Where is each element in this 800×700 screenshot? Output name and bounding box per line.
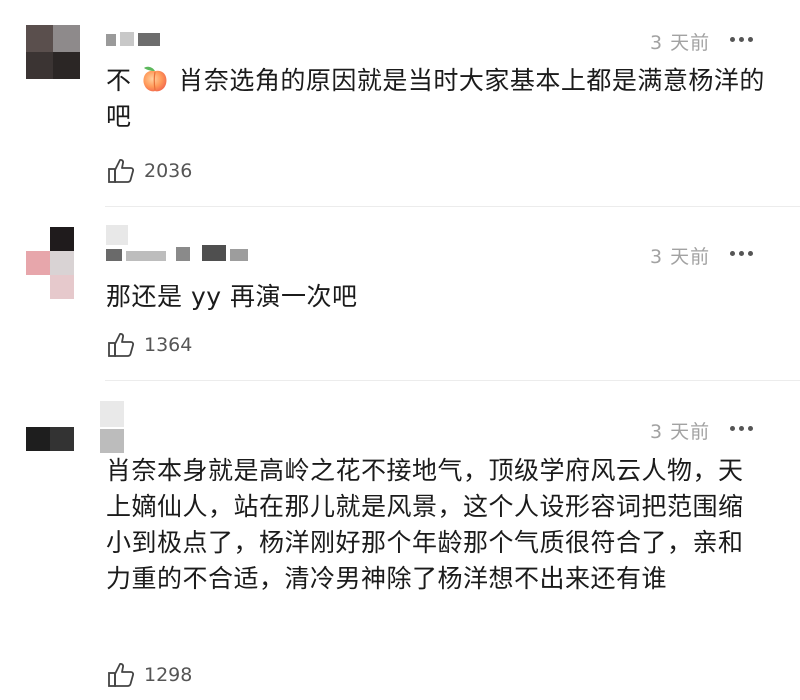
thumbs-up-outline-icon <box>108 159 135 183</box>
like-button[interactable]: 1364 <box>106 330 192 360</box>
peach-emoji <box>143 66 167 92</box>
comment-time: 3 天前 <box>650 246 711 268</box>
more-dots-icon[interactable] <box>730 251 753 256</box>
like-button[interactable]: 1298 <box>106 660 192 690</box>
comment-2: 3 天前 那还是 yy 再演一次吧 1364 <box>0 207 800 380</box>
comment-text: 不 肖奈选角的原因就是当时大家基本上都是满意杨洋的吧 <box>106 63 786 135</box>
like-count: 1364 <box>144 334 193 356</box>
like-button[interactable]: 2036 <box>106 156 192 186</box>
comment-text: 那还是 yy 再演一次吧 <box>106 282 358 311</box>
avatar[interactable] <box>26 427 76 451</box>
comment-time: 3 天前 <box>650 32 711 54</box>
comment-1: 3 天前 不 肖奈选角的原因就是当时大家基本上都是满意杨洋的吧 2036 <box>0 0 800 205</box>
comment-text: 肖奈本身就是高岭之花不接地气，顶级学府风云人物，天上嫡仙人，站在那儿就是风景，这… <box>106 456 744 593</box>
comment-text-part: 肖奈选角的原因就是当时大家基本上都是满意杨洋的吧 <box>106 66 765 131</box>
avatar[interactable] <box>26 227 76 301</box>
thumbs-up-outline-icon <box>108 333 135 357</box>
comment-time: 3 天前 <box>650 421 711 443</box>
username-blurred[interactable] <box>106 30 166 48</box>
like-count: 1298 <box>144 664 193 686</box>
more-dots-icon[interactable] <box>730 37 753 42</box>
thumbs-up-outline-icon <box>108 663 135 687</box>
comment-text-part: 不 <box>106 66 132 95</box>
avatar[interactable] <box>26 25 80 79</box>
more-dots-icon[interactable] <box>730 426 753 431</box>
username-blurred[interactable] <box>106 225 266 265</box>
username-blurred[interactable] <box>100 401 130 455</box>
comment-3: 3 天前 肖奈本身就是高岭之花不接地气，顶级学府风云人物，天上嫡仙人，站在那儿就… <box>0 381 800 700</box>
like-count: 2036 <box>144 160 193 182</box>
